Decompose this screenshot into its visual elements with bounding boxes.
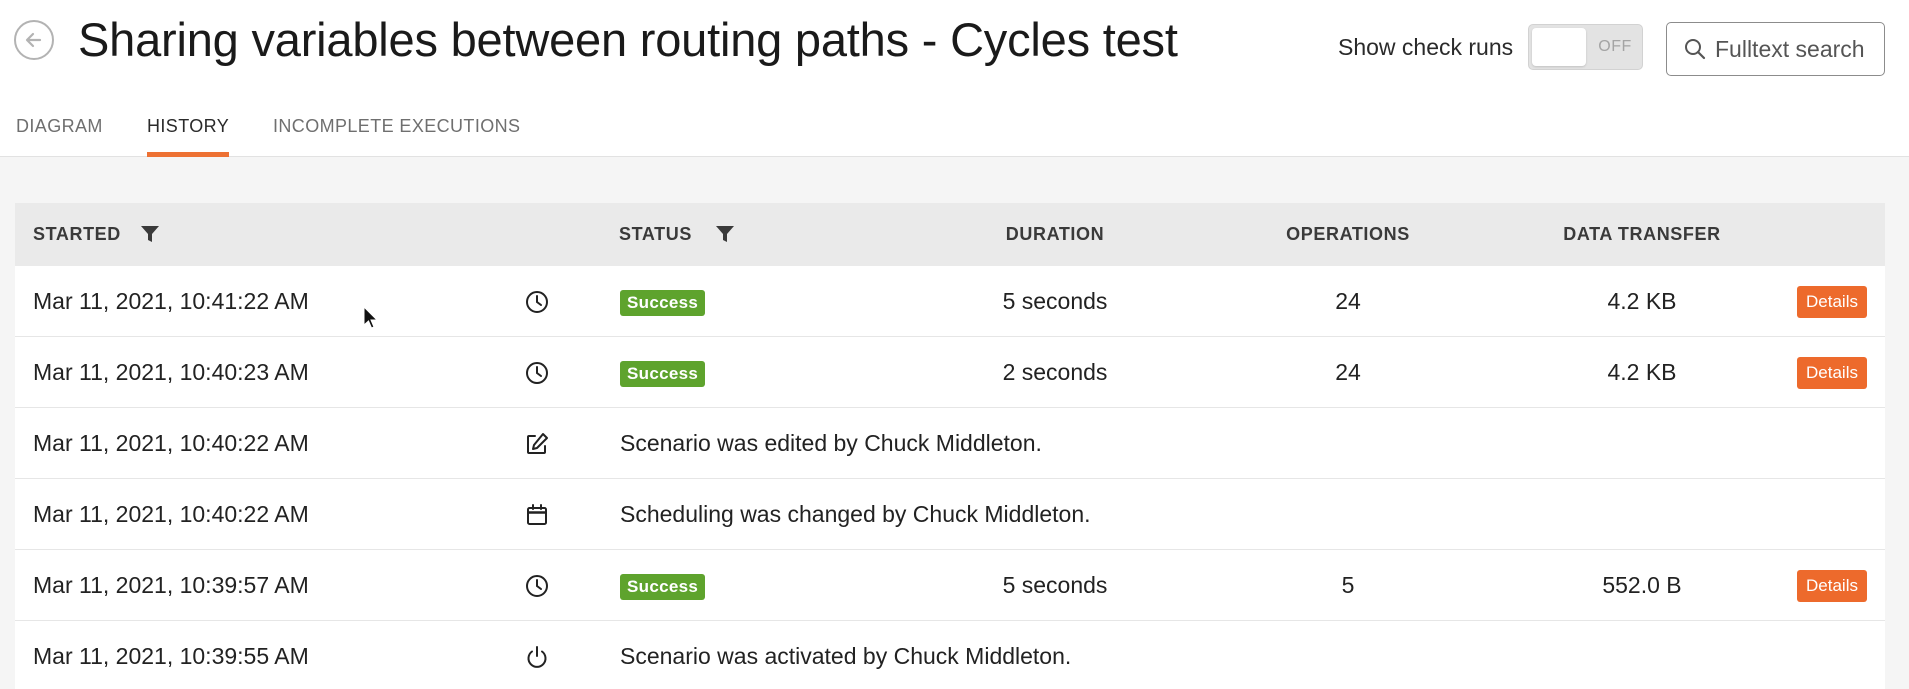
data-transfer-cell: 4.2 KB	[1607, 359, 1677, 385]
show-check-runs-toggle[interactable]: OFF	[1528, 24, 1643, 70]
started-cell: Mar 11, 2021, 10:41:22 AM	[33, 288, 309, 314]
operations-cell: 5	[1341, 572, 1355, 598]
status-badge: Success	[620, 574, 706, 600]
column-header-status: STATUS	[619, 224, 692, 244]
table-header: STARTED STATUS DURATION OPERATIONS DATA …	[15, 203, 1885, 266]
operations-cell: 24	[1335, 288, 1361, 314]
page-header: Sharing variables between routing paths …	[0, 0, 1909, 157]
started-cell: Mar 11, 2021, 10:39:55 AM	[33, 643, 309, 669]
history-table: STARTED STATUS DURATION OPERATIONS DATA …	[15, 203, 1885, 689]
started-cell: Mar 11, 2021, 10:39:57 AM	[33, 572, 309, 598]
fulltext-search-button[interactable]: Fulltext search	[1666, 22, 1885, 76]
duration-cell: 2 seconds	[1002, 359, 1108, 385]
edit-icon	[527, 433, 548, 454]
back-button[interactable]	[14, 20, 54, 60]
status-badge: Success	[620, 361, 706, 387]
started-cell: Mar 11, 2021, 10:40:22 AM	[33, 430, 309, 456]
toggle-state-label: OFF	[1598, 38, 1632, 55]
table-row: Mar 11, 2021, 10:40:22 AM Scenario was e…	[15, 408, 1885, 479]
table-row: Mar 11, 2021, 10:39:57 AM Success 5 seco…	[15, 550, 1885, 621]
column-header-duration: DURATION	[1005, 224, 1105, 244]
table-row: Mar 11, 2021, 10:39:55 AM Scenario was a…	[15, 621, 1885, 689]
column-header-started: STARTED	[33, 224, 121, 244]
event-message: Scenario was edited by Chuck Middleton.	[620, 430, 1042, 456]
table-row: Mar 11, 2021, 10:40:22 AM Scheduling was…	[15, 479, 1885, 550]
details-button[interactable]: Details	[1797, 286, 1867, 318]
event-message: Scheduling was changed by Chuck Middleto…	[620, 501, 1091, 527]
data-transfer-cell: 552.0 B	[1602, 572, 1682, 598]
started-cell: Mar 11, 2021, 10:40:22 AM	[33, 501, 309, 527]
status-badge: Success	[620, 290, 706, 316]
calendar-icon	[527, 504, 547, 525]
clock-icon	[526, 291, 548, 313]
search-icon	[1685, 39, 1706, 60]
filter-icon[interactable]	[139, 223, 161, 245]
column-header-operations: OPERATIONS	[1286, 224, 1410, 244]
mouse-cursor-icon	[363, 306, 379, 329]
duration-cell: 5 seconds	[1002, 572, 1108, 598]
operations-cell: 24	[1335, 359, 1361, 385]
started-cell: Mar 11, 2021, 10:40:23 AM	[33, 359, 309, 385]
tab-history[interactable]: HISTORY	[147, 100, 230, 157]
clock-icon	[526, 362, 548, 384]
arrow-left-icon	[25, 32, 42, 48]
filter-icon[interactable]	[714, 223, 736, 245]
page-title: Sharing variables between routing paths …	[78, 13, 1178, 66]
power-icon	[527, 646, 547, 668]
clock-icon	[526, 575, 548, 597]
table-row: Mar 11, 2021, 10:41:22 AM Success 5 seco…	[15, 266, 1885, 337]
tab-diagram[interactable]: DIAGRAM	[16, 100, 103, 157]
show-check-runs-label: Show check runs	[1338, 34, 1514, 60]
column-header-data-transfer: DATA TRANSFER	[1563, 224, 1721, 244]
data-transfer-cell: 4.2 KB	[1607, 288, 1677, 314]
table-row: Mar 11, 2021, 10:40:23 AM Success 2 seco…	[15, 337, 1885, 408]
event-message: Scenario was activated by Chuck Middleto…	[620, 643, 1072, 669]
duration-cell: 5 seconds	[1002, 288, 1108, 314]
details-button[interactable]: Details	[1797, 357, 1867, 389]
details-button[interactable]: Details	[1797, 570, 1867, 602]
toggle-knob	[1532, 28, 1586, 66]
tab-incomplete-executions[interactable]: INCOMPLETE EXECUTIONS	[273, 100, 520, 157]
search-button-label: Fulltext search	[1715, 35, 1865, 62]
